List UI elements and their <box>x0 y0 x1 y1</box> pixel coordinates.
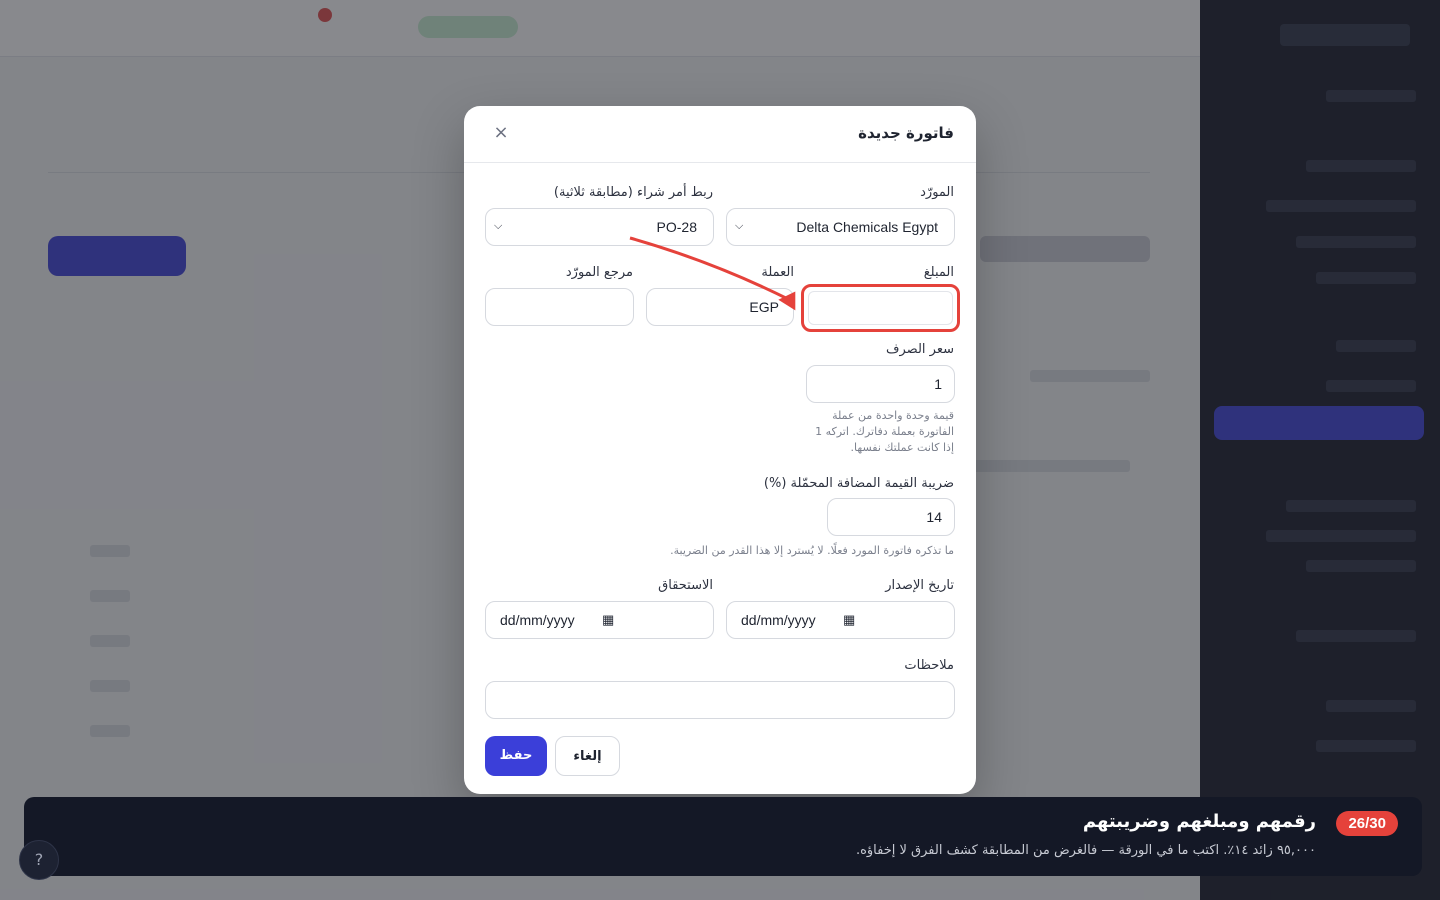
amount-label: المبلغ <box>923 265 954 280</box>
tour-title: رقمهم ومبلغهم وضريبتهم <box>1082 811 1316 832</box>
close-icon[interactable]: × <box>490 122 512 144</box>
issue-date-input[interactable]: dd/mm/yyyy ▦ <box>726 601 955 639</box>
tour-step-badge: 26/30 <box>1336 811 1398 836</box>
supplier-ref-input[interactable] <box>485 288 634 326</box>
currency-input[interactable]: EGP <box>646 288 794 326</box>
due-date-label: الاستحقاق <box>658 578 713 593</box>
modal-title: فاتورة جديدة <box>858 124 954 142</box>
amount-input-field <box>808 291 953 325</box>
due-date-placeholder: dd/mm/yyyy <box>500 612 575 628</box>
issue-date-label: تاريخ الإصدار <box>885 578 954 593</box>
notes-label: ملاحظات <box>904 658 954 673</box>
exchange-rate-help: قيمة وحدة واحدة من عملة الفاتورة بعملة د… <box>794 408 954 456</box>
po-link-value: PO-28 <box>656 219 697 235</box>
currency-value: EGP <box>749 299 779 315</box>
vat-input[interactable]: 14 <box>827 498 955 536</box>
help-icon[interactable]: ? <box>19 840 59 880</box>
cancel-button[interactable]: إلغاء <box>555 736 620 776</box>
supplier-label: المورّد <box>920 185 954 200</box>
due-date-input[interactable]: dd/mm/yyyy ▦ <box>485 601 714 639</box>
vat-label: ضريبة القيمة المضافة المحمّلة (%) <box>763 476 954 491</box>
vat-value: 14 <box>926 509 942 525</box>
vat-help: ما تذكره فاتورة المورد فعلًا. لا يُسترد … <box>670 544 954 557</box>
tour-description: ٩٥,٠٠٠ زائد ١٤٪. اكتب ما في الورقة — فال… <box>855 843 1316 858</box>
help-line: قيمة وحدة واحدة من عملة <box>832 409 954 422</box>
currency-label: العملة <box>761 265 794 280</box>
notes-input[interactable] <box>485 681 955 719</box>
help-line: الفاتورة بعملة دفاترك. اتركه 1 <box>815 425 954 438</box>
help-line: إذا كانت عملتك نفسها. <box>850 441 954 454</box>
calendar-icon[interactable]: ▦ <box>843 612 855 628</box>
issue-date-placeholder: dd/mm/yyyy <box>741 612 816 628</box>
tour-banner: 26/30 رقمهم ومبلغهم وضريبتهم ٩٥,٠٠٠ زائد… <box>24 797 1422 876</box>
supplier-ref-label: مرجع المورّد <box>565 265 633 280</box>
po-link-label: ربط أمر شراء (مطابقة ثلاثية) <box>553 185 713 200</box>
exchange-rate-label: سعر الصرف <box>886 342 954 357</box>
supplier-value: Delta Chemicals Egypt <box>796 219 938 235</box>
save-button[interactable]: حفظ <box>485 736 547 776</box>
chevron-down-icon: ⌵ <box>735 220 744 232</box>
amount-input[interactable] <box>801 284 960 332</box>
exchange-rate-value: 1 <box>934 376 942 392</box>
chevron-down-icon: ⌵ <box>494 220 503 232</box>
modal-header: فاتورة جديدة × <box>464 106 976 163</box>
calendar-icon[interactable]: ▦ <box>602 612 614 628</box>
po-link-select[interactable]: ⌵ PO-28 <box>485 208 714 246</box>
supplier-select[interactable]: ⌵ Delta Chemicals Egypt <box>726 208 955 246</box>
exchange-rate-input[interactable]: 1 <box>806 365 955 403</box>
